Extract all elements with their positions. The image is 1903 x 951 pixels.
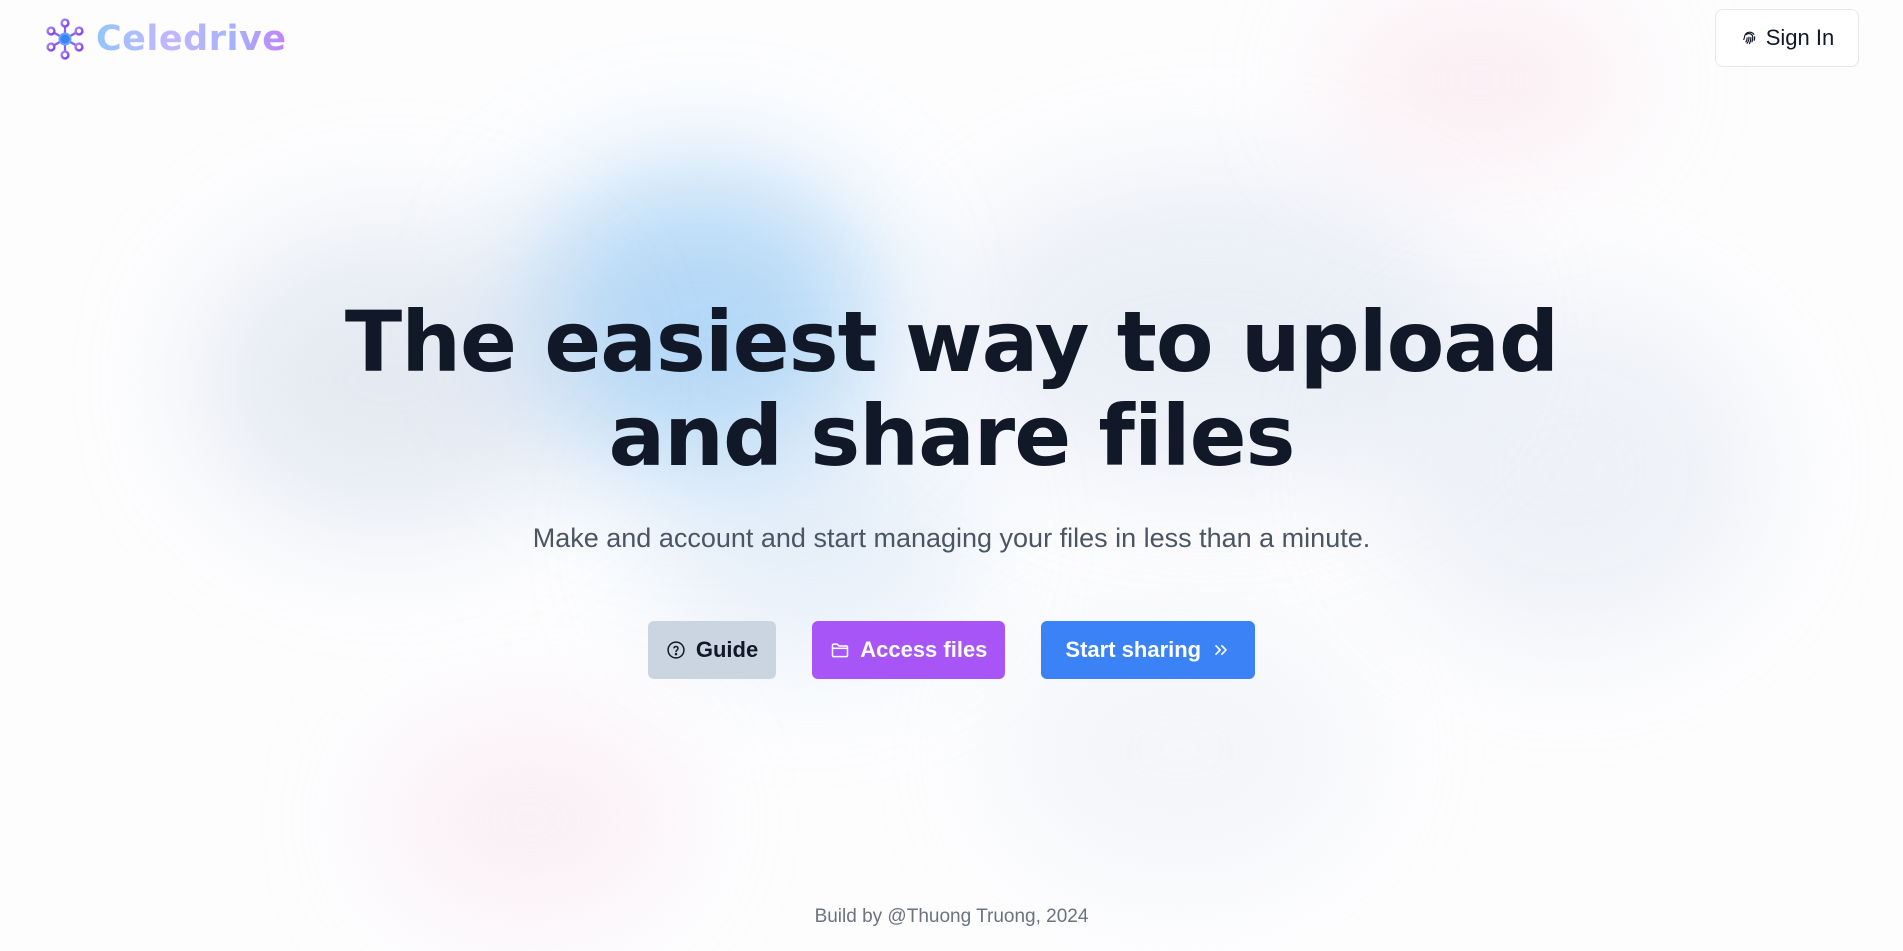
hero-actions: Guide Access files Start sharing xyxy=(0,621,1903,679)
top-header: Celedrive Sign In xyxy=(0,0,1903,78)
folder-icon xyxy=(831,643,849,658)
guide-button[interactable]: Guide xyxy=(647,621,777,679)
sign-in-button[interactable]: Sign In xyxy=(1715,9,1859,67)
start-sharing-button[interactable]: Start sharing xyxy=(1041,621,1256,679)
access-files-button[interactable]: Access files xyxy=(812,621,1006,679)
access-files-label: Access files xyxy=(860,637,988,662)
background-blob xyxy=(380,720,680,920)
hero-section: The easiest way to upload and share file… xyxy=(0,295,1903,554)
footer-credit: Build by @Thuong Truong, 2024 xyxy=(814,906,1089,927)
headline-line-2: and share files xyxy=(608,387,1295,485)
logo-link[interactable]: Celedrive xyxy=(44,18,287,60)
question-circle-icon xyxy=(667,641,685,659)
headline-line-1: The easiest way to upload xyxy=(344,293,1559,391)
hero-subtitle: Make and account and start managing your… xyxy=(532,523,1371,553)
network-molecule-icon xyxy=(46,18,84,60)
hero-headline: The easiest way to upload and share file… xyxy=(0,295,1903,483)
landing-page: Celedrive Sign In The easiest way to upl… xyxy=(0,0,1903,951)
guide-label: Guide xyxy=(695,637,759,662)
fingerprint-icon xyxy=(1742,31,1755,45)
sign-in-label: Sign In xyxy=(1765,25,1835,50)
start-sharing-label: Start sharing xyxy=(1065,637,1202,662)
chevrons-right-icon xyxy=(1215,645,1227,655)
app-name: Celedrive xyxy=(96,18,287,59)
